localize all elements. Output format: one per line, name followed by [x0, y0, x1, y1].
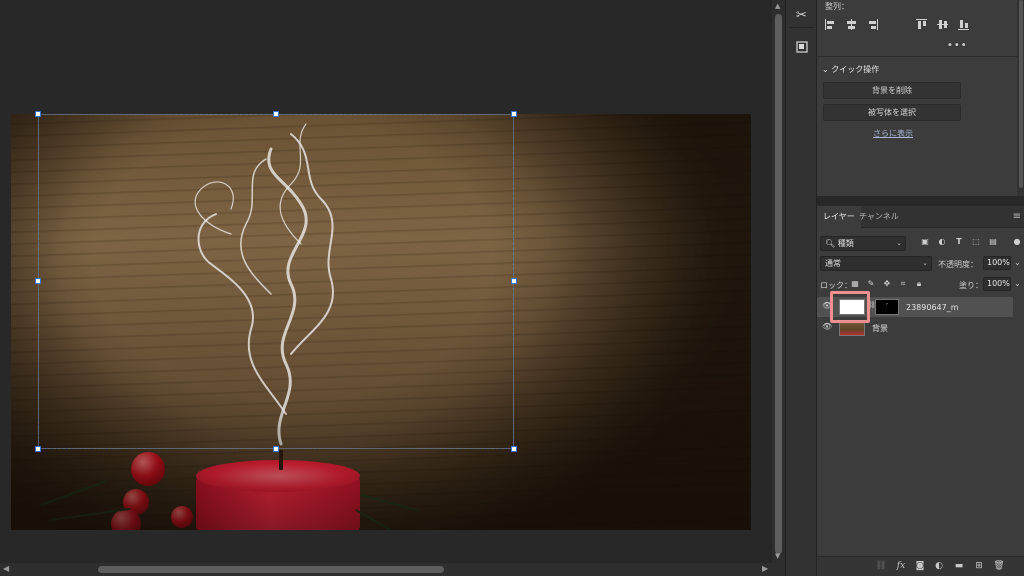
align-bottom-icon[interactable]	[958, 19, 969, 30]
chevron-down-icon[interactable]: ⌄	[1014, 258, 1021, 267]
layers-tabs: レイヤー チャンネル ≡	[817, 206, 1024, 228]
panel-separator	[817, 196, 1024, 206]
align-right-icon[interactable]	[867, 19, 878, 30]
layer-mask-thumbnail[interactable]: ʹ	[875, 299, 899, 315]
lock-transparent-pixels-icon[interactable]: ▦	[849, 278, 861, 290]
transform-handle[interactable]	[273, 111, 279, 117]
lock-position-icon[interactable]: ✥	[881, 278, 893, 290]
layer-name[interactable]: 23890647_m	[906, 303, 959, 312]
align-label: 整列：	[825, 2, 849, 11]
fill-label: 塗り：	[959, 281, 983, 290]
select-subject-button[interactable]: 被写体を選択	[823, 104, 961, 121]
remove-background-button[interactable]: 背景を削除	[823, 82, 961, 99]
search-icon: 🔍︎	[825, 239, 836, 248]
new-layer-icon[interactable]: ⊞	[973, 561, 985, 571]
show-more-link[interactable]: さらに表示	[873, 128, 913, 139]
marquee-selection[interactable]	[38, 114, 514, 449]
transform-handle[interactable]	[511, 278, 517, 284]
blend-mode-value: 通常	[825, 259, 841, 268]
chevron-down-icon: ⌄	[922, 259, 928, 267]
transform-handle[interactable]	[511, 111, 517, 117]
adjustment-layer-filter-icon[interactable]: ◐	[936, 236, 948, 248]
transform-handle[interactable]	[35, 446, 41, 452]
align-toolbar	[825, 19, 969, 30]
panel-menu-icon[interactable]: ≡	[1013, 211, 1021, 222]
opacity-input[interactable]: 100%	[983, 256, 1011, 270]
link-layers-icon[interactable]: ⛓	[875, 561, 887, 571]
scroll-left-icon[interactable]: ◀	[3, 564, 9, 573]
more-options-icon[interactable]: •••	[947, 40, 968, 51]
filter-kind-select[interactable]: 🔍︎ 種類 ⌄	[820, 236, 906, 251]
filter-row: 🔍︎ 種類 ⌄ ▣ ◐ T ⬚ ▤ ●	[817, 236, 1024, 252]
transform-handle[interactable]	[273, 446, 279, 452]
scroll-up-icon[interactable]: ▲	[775, 2, 780, 10]
divider	[817, 56, 1017, 57]
align-top-icon[interactable]	[916, 19, 927, 30]
opacity-label: 不透明度：	[938, 260, 978, 269]
chevron-down-icon: ⌄	[822, 65, 832, 74]
align-vertical-center-icon[interactable]	[937, 19, 948, 30]
thumbnail-highlight	[830, 291, 870, 323]
add-mask-icon[interactable]: ◙	[914, 561, 926, 571]
panel-scroll-thumb[interactable]	[1019, 0, 1023, 188]
chevron-down-icon: ⌄	[896, 239, 902, 247]
smart-object-filter-icon[interactable]: ▤	[987, 236, 999, 248]
adjustment-layer-icon[interactable]: ◐	[933, 561, 945, 571]
scroll-down-icon[interactable]: ▼	[775, 552, 780, 560]
scissors-tool-icon[interactable]: ✂	[789, 4, 814, 28]
delete-layer-icon[interactable]: 🗑︎	[993, 561, 1005, 571]
fx-icon[interactable]: fx	[895, 561, 907, 571]
blend-mode-select[interactable]: 通常 ⌄	[820, 256, 932, 271]
tab-channels[interactable]: チャンネル	[853, 206, 905, 228]
filter-toggle-icon[interactable]: ●	[1011, 236, 1023, 248]
lock-label: ロック：	[820, 281, 852, 290]
filter-kind-value: 種類	[837, 239, 854, 248]
fill-input[interactable]: 100%	[983, 277, 1011, 291]
horizontal-scrollbar[interactable]: ◀ ▶	[0, 563, 785, 576]
transform-handle[interactable]	[511, 446, 517, 452]
blend-row: 通常 ⌄ 不透明度： 100% ⌄	[817, 256, 1024, 272]
right-panel: 整列： ••• ⌄ クイック操作 背景を削除 被写体を選択 さらに表示 レイヤー…	[816, 0, 1024, 576]
vertical-scroll-thumb[interactable]	[775, 14, 782, 554]
eye-icon[interactable]: 👁︎	[822, 323, 832, 331]
align-horizontal-center-icon[interactable]	[846, 19, 857, 30]
horizontal-scroll-thumb[interactable]	[98, 566, 444, 573]
transform-handle[interactable]	[35, 278, 41, 284]
text-layer-filter-icon[interactable]: T	[953, 236, 965, 248]
scroll-right-icon[interactable]: ▶	[762, 564, 768, 573]
quick-actions-title: クイック操作	[831, 65, 880, 74]
pixel-layer-filter-icon[interactable]: ▣	[919, 236, 931, 248]
properties-panel: 整列： ••• ⌄ クイック操作 背景を削除 被写体を選択 さらに表示	[817, 0, 1017, 196]
panel-scrollbar[interactable]	[1017, 0, 1024, 196]
vertical-scrollbar[interactable]: ▲ ▼	[772, 0, 785, 563]
new-group-icon[interactable]: ▬	[953, 561, 965, 571]
transform-handle[interactable]	[35, 111, 41, 117]
align-left-icon[interactable]	[825, 19, 836, 30]
shape-layer-filter-icon[interactable]: ⬚	[970, 236, 982, 248]
layer-name[interactable]: 背景	[872, 323, 888, 334]
panel-icon-strip: ✂	[785, 0, 816, 576]
lock-all-icon[interactable]: 🔒︎	[913, 278, 925, 290]
lock-image-pixels-icon[interactable]: ✎	[865, 278, 877, 290]
chevron-down-icon[interactable]: ⌄	[1014, 279, 1021, 288]
canvas-workspace[interactable]	[0, 0, 772, 563]
layers-bottom-bar: ⛓ fx ◙ ◐ ▬ ⊞ 🗑︎	[817, 556, 1024, 576]
quick-actions-header[interactable]: ⌄ クイック操作	[822, 64, 879, 75]
properties-icon[interactable]	[789, 35, 814, 59]
lock-artboard-icon[interactable]: ⌗	[897, 278, 909, 290]
